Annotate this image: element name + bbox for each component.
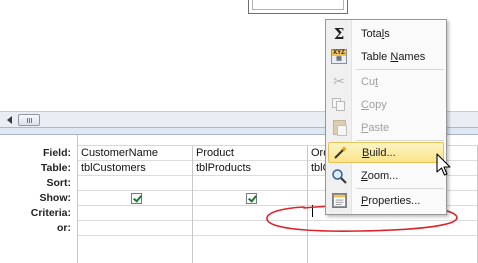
menu-item-label: Copy [361, 98, 387, 111]
menu-item-label: Zoom... [361, 169, 399, 182]
menu-item-build[interactable]: Build... [328, 142, 444, 163]
row-label-criteria: Criteria: [30, 207, 71, 219]
copy-icon [328, 94, 350, 115]
scroll-left-button[interactable] [2, 114, 16, 126]
menu-item-totals[interactable]: Σ Totals [328, 23, 444, 44]
field-cell[interactable]: Product [193, 146, 307, 161]
grip-line [28, 117, 30, 123]
scrollbar-thumb[interactable] [18, 114, 40, 126]
row-label-sort: Sort: [46, 177, 72, 189]
menu-item-label: Build... [362, 146, 396, 159]
scissors-icon: ✂ [333, 73, 345, 89]
sigma-icon: Σ [333, 24, 345, 43]
menu-item-label: Paste [361, 121, 390, 134]
menu-item-label: Properties... [361, 194, 421, 207]
table-cell[interactable]: tblProducts [193, 161, 307, 176]
row-label-table: Table: [40, 162, 71, 174]
menu-separator [356, 69, 444, 70]
arrow-left-icon [6, 116, 12, 124]
grid-column-1: CustomerName tblCustomers [78, 146, 193, 263]
menu-item-properties[interactable]: Properties... [328, 190, 444, 211]
properties-icon [328, 190, 350, 211]
menu-separator [356, 140, 444, 141]
sort-cell[interactable] [78, 176, 192, 191]
mouse-pointer-icon [436, 153, 451, 176]
magnifier-icon [328, 165, 350, 186]
column-selector-1[interactable] [78, 135, 193, 146]
menu-separator [356, 188, 444, 189]
build-wand-icon [329, 142, 351, 163]
menu-item-label: Cut [361, 75, 379, 88]
context-menu: Σ Totals XYZ ▦ Table Names ✂ Cut Copy Pas… [325, 19, 447, 215]
table-cell[interactable]: tblCustomers [78, 161, 192, 176]
menu-item-cut[interactable]: ✂ Cut [328, 71, 444, 92]
menu-item-paste[interactable]: Paste [328, 117, 444, 138]
column-selector-2[interactable] [193, 135, 308, 146]
menu-item-label: Totals [361, 27, 390, 40]
or-cell[interactable] [78, 221, 192, 236]
row-label-show: Show: [39, 192, 72, 204]
field-list-window[interactable] [248, 0, 348, 14]
row-label-or: or: [57, 222, 71, 234]
grip-line [30, 117, 32, 123]
menu-item-zoom[interactable]: Zoom... [328, 165, 444, 186]
grip-line [26, 117, 28, 123]
row-label-field: Field: [43, 147, 71, 159]
criteria-cell[interactable] [78, 206, 192, 221]
sort-cell[interactable] [193, 176, 307, 191]
field-list-body [252, 0, 344, 10]
show-checkbox[interactable] [131, 192, 142, 204]
show-cell [78, 191, 192, 206]
grid-row-labels: Field: Table: Sort: Show: Criteria: or: [0, 146, 71, 236]
show-checkbox[interactable] [246, 192, 257, 204]
table-names-icon: XYZ ▦ [328, 46, 350, 67]
paste-icon [328, 117, 350, 138]
menu-item-copy[interactable]: Copy [328, 94, 444, 115]
menu-item-table-names[interactable]: XYZ ▦ Table Names [328, 46, 444, 67]
field-cell[interactable]: CustomerName [78, 146, 192, 161]
menu-item-label: Table Names [361, 50, 426, 63]
